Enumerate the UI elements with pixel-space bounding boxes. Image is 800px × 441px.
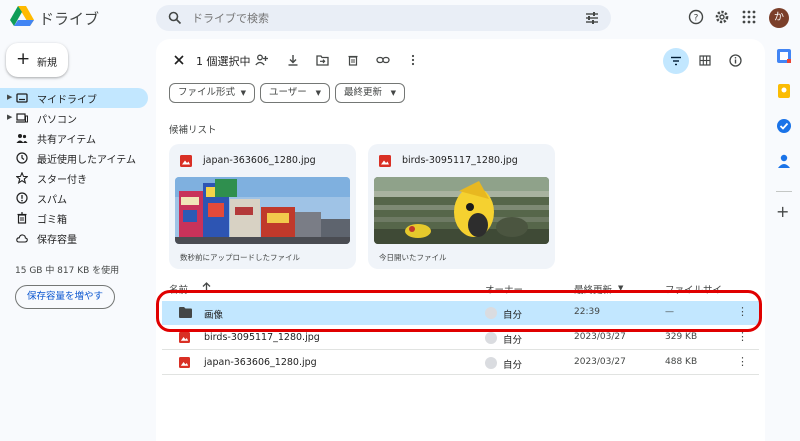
close-selection-icon[interactable] — [173, 54, 185, 66]
sidebar-item-label: ゴミ箱 — [37, 215, 67, 226]
star-icon — [16, 172, 28, 184]
search-options-icon[interactable] — [585, 11, 599, 25]
svg-text:?: ? — [694, 14, 699, 24]
new-button[interactable]: + 新規 — [6, 43, 68, 77]
more-actions-icon[interactable] — [411, 54, 415, 66]
sidebar-item-label: 共有アイテム — [37, 135, 96, 146]
main-panel: 1 個選択中 ファイル形式 ▼ ユーザー ▼ 最終更新 ▼ 候補リスト japa… — [156, 39, 765, 441]
help-icon[interactable]: ? — [688, 9, 704, 25]
tasks-icon[interactable] — [776, 118, 792, 134]
selection-count: 1 個選択中 — [196, 55, 251, 68]
clock-icon — [16, 152, 28, 164]
sidebar-item-label: パソコン — [37, 115, 77, 126]
sidebar-item-label: スター付き — [37, 175, 87, 186]
file-modified: 2023/03/27 — [574, 357, 626, 367]
keep-icon[interactable] — [776, 83, 792, 99]
sidebar-item-starred[interactable]: スター付き — [0, 168, 148, 188]
image-file-icon — [179, 332, 190, 343]
drive-logo-icon[interactable] — [10, 6, 34, 28]
filter-chip-user[interactable]: ユーザー ▼ — [260, 83, 330, 103]
sidebar-item-label: スパム — [37, 195, 67, 206]
file-owner: 自分 — [503, 360, 523, 371]
sidebar-item-shared[interactable]: 共有アイテム — [0, 128, 148, 148]
top-bar: ドライブ ? か — [0, 0, 800, 36]
sidebar-item-recent[interactable]: 最近使用したアイテム — [0, 148, 148, 168]
expand-caret-icon[interactable]: ▶ — [7, 93, 12, 101]
city-photo-thumbnail — [175, 177, 350, 244]
card-file-name: japan-363606_1280.jpg — [203, 155, 316, 166]
shared-icon — [16, 134, 28, 143]
sidebar-item-label: マイドライブ — [37, 95, 97, 106]
sidebar-item-computers[interactable]: ▶ パソコン — [0, 108, 148, 128]
search-icon[interactable] — [168, 11, 182, 25]
suggested-file-card[interactable]: birds-3095117_1280.jpg 今日開いたファイル — [368, 144, 555, 269]
contacts-icon[interactable] — [776, 153, 792, 169]
download-icon[interactable] — [287, 54, 299, 66]
card-file-name: birds-3095117_1280.jpg — [402, 155, 518, 166]
new-button-label: 新規 — [37, 58, 57, 69]
filter-view-button[interactable] — [663, 48, 689, 74]
sidebar-item-label: 保存容量 — [37, 235, 77, 246]
sidebar-item-trash[interactable]: ゴミ箱 — [0, 208, 148, 228]
search-bar[interactable] — [156, 5, 611, 31]
grid-view-icon[interactable] — [699, 55, 711, 66]
file-name: japan-363606_1280.jpg — [204, 357, 317, 368]
card-meta: 今日開いたファイル — [379, 253, 447, 262]
suggested-section-title: 候補リスト — [169, 125, 217, 136]
image-file-icon — [379, 155, 391, 167]
sidebar-nav: ▶ マイドライブ ▶ パソコン 共有アイテム 最近使用したアイテム スター付き … — [0, 88, 148, 248]
apps-grid-icon[interactable] — [741, 9, 757, 25]
filter-chip-last-modified[interactable]: 最終更新 ▼ — [335, 83, 405, 103]
side-panel-rail: + — [768, 36, 800, 441]
chevron-down-icon: ▼ — [315, 89, 321, 97]
sidebar-item-storage[interactable]: 保存容量 — [0, 228, 148, 248]
search-input[interactable] — [192, 9, 552, 27]
expand-caret-icon[interactable]: ▶ — [7, 113, 12, 121]
plus-icon: + — [16, 49, 31, 69]
chevron-down-icon: ▼ — [240, 89, 246, 97]
filter-chip-file-type[interactable]: ファイル形式 ▼ — [169, 83, 255, 103]
suggested-file-card[interactable]: japan-363606_1280.jpg 数秒前にアップロードしたファイル — [169, 144, 356, 269]
cloud-icon — [16, 234, 28, 243]
delete-trash-icon[interactable] — [347, 54, 359, 66]
sidebar-item-my-drive[interactable]: ▶ マイドライブ — [0, 88, 148, 108]
add-addon-icon[interactable]: + — [776, 204, 789, 220]
trash-icon — [17, 212, 27, 224]
file-name: birds-3095117_1280.jpg — [204, 332, 320, 343]
account-avatar[interactable]: か — [769, 8, 789, 28]
spam-icon — [16, 192, 28, 204]
sidebar-item-label: 最近使用したアイテム — [37, 155, 136, 166]
image-file-icon — [179, 357, 190, 368]
owner-avatar — [485, 332, 497, 344]
settings-gear-icon[interactable] — [714, 9, 730, 25]
info-icon[interactable] — [729, 54, 742, 67]
share-person-add-icon[interactable] — [255, 54, 269, 66]
storage-usage-text: 15 GB 中 817 KB を使用 — [15, 266, 120, 276]
get-more-storage-button[interactable]: 保存容量を増やす — [15, 285, 115, 309]
chevron-down-icon: ▼ — [390, 89, 396, 97]
chip-label: ファイル形式 — [178, 87, 236, 98]
chip-label: ユーザー — [269, 87, 307, 98]
move-to-folder-icon[interactable] — [316, 54, 329, 66]
file-owner: 自分 — [503, 335, 523, 346]
owner-avatar — [485, 357, 497, 369]
chip-label: 最終更新 — [344, 87, 383, 98]
file-modified: 2023/03/27 — [574, 332, 626, 342]
image-file-icon — [180, 155, 192, 167]
rail-divider — [776, 191, 792, 192]
sidebar-item-spam[interactable]: スパム — [0, 188, 148, 208]
file-size: 488 KB — [665, 357, 698, 367]
card-meta: 数秒前にアップロードしたファイル — [180, 253, 300, 262]
calendar-icon[interactable] — [776, 48, 792, 64]
filter-lines-icon — [671, 56, 681, 66]
my-drive-icon — [16, 93, 28, 103]
row-more-icon[interactable]: ⋮ — [737, 355, 748, 368]
file-row-image[interactable]: japan-363606_1280.jpg 自分 2023/03/27 488 … — [162, 351, 759, 375]
file-size: 329 KB — [665, 332, 698, 342]
computers-icon — [16, 113, 28, 123]
copy-link-icon[interactable] — [376, 54, 390, 66]
birds-photo-thumbnail — [374, 177, 549, 244]
highlight-annotation — [156, 290, 762, 332]
app-title[interactable]: ドライブ — [39, 8, 99, 29]
